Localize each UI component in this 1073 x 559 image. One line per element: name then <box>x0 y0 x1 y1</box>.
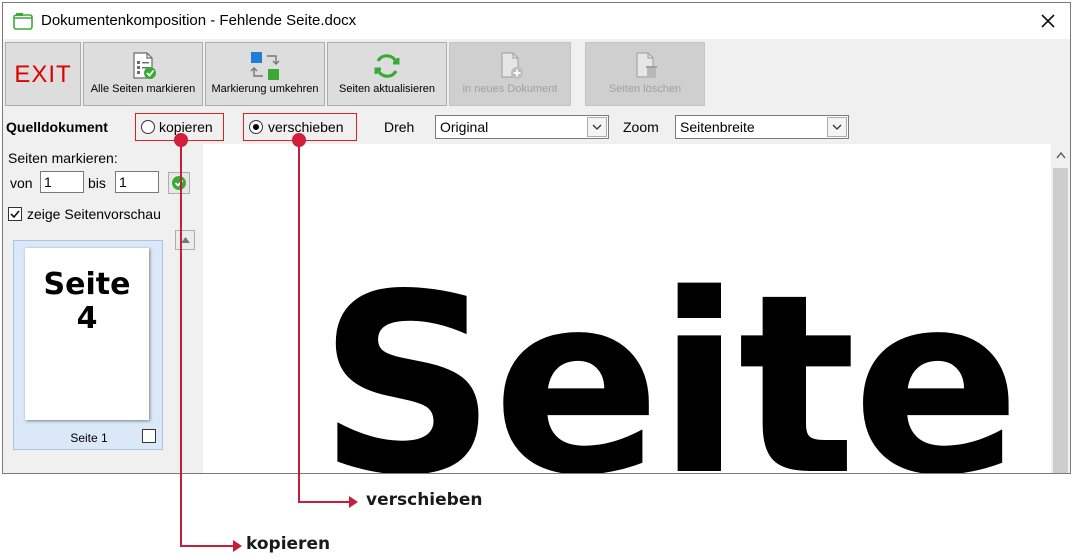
move-callout-line <box>298 140 300 503</box>
show-preview-label: zeige Seitenvorschau <box>27 206 161 222</box>
to-label: bis <box>88 175 106 191</box>
chevron-down-icon[interactable] <box>587 117 607 137</box>
check-circle-icon <box>172 176 186 190</box>
copy-callout-line <box>180 140 182 546</box>
copy-callout-dot <box>174 133 188 147</box>
page-thumbnail[interactable]: Seite 4 Seite 1 <box>13 240 163 450</box>
thumbnail-title-line1: Seite <box>43 267 131 302</box>
page-panel: Seiten markieren: von bis zeige Seitenvo… <box>3 144 200 473</box>
scroll-up-button[interactable] <box>175 230 195 250</box>
thumbnail-page-title: Seite 4 <box>25 268 149 336</box>
chevron-up-icon <box>1055 151 1066 158</box>
window-title: Dokumentenkomposition - Fehlende Seite.d… <box>41 12 357 29</box>
copy-label: kopieren <box>159 119 213 135</box>
thumbnail-title-line2: 4 <box>76 301 98 336</box>
move-label: verschieben <box>268 119 344 135</box>
copy-callout-line <box>180 545 235 547</box>
page-preview: Seite <box>203 144 1070 474</box>
thumbnail-checkbox[interactable] <box>142 429 156 443</box>
move-callout-dot <box>292 133 306 147</box>
exit-label: EXIT <box>14 61 72 88</box>
copy-radio[interactable] <box>141 120 155 134</box>
from-page-input[interactable] <box>40 171 84 193</box>
thumbnail-list: Seite 4 Seite 1 <box>3 230 200 473</box>
invert-selection-label: Markierung umkehren <box>211 83 319 95</box>
chevron-down-icon[interactable] <box>827 117 847 137</box>
move-radio[interactable] <box>249 120 263 134</box>
copy-callout-arrow <box>233 540 242 552</box>
mark-all-pages-label: Alle Seiten markieren <box>90 83 196 95</box>
checklist-icon <box>133 52 156 79</box>
document-composition-icon <box>13 12 33 35</box>
zoom-select[interactable]: Seitenbreite <box>675 115 849 139</box>
delete-pages-button[interactable]: Seiten löschen <box>585 42 705 106</box>
move-callout-label: verschieben <box>366 490 483 510</box>
zoom-select-value: Seitenbreite <box>680 119 755 135</box>
new-document-icon <box>501 52 523 79</box>
preview-scrollbar[interactable] <box>1051 144 1070 473</box>
zoom-label: Zoom <box>623 119 659 135</box>
thumbnail-page: Seite 4 <box>25 248 149 420</box>
new-document-label: in neues Dokument <box>462 83 558 95</box>
title-bar: Dokumentenkomposition - Fehlende Seite.d… <box>3 3 1070 39</box>
from-label: von <box>10 175 33 191</box>
scroll-up-button[interactable] <box>1051 144 1070 166</box>
rotate-label: Dreh <box>384 119 415 135</box>
show-preview-checkbox[interactable] <box>8 207 22 221</box>
app-window: Dokumentenkomposition - Fehlende Seite.d… <box>2 2 1071 474</box>
toolbar: EXIT Alle Seiten markieren Markierung um… <box>3 39 1070 109</box>
close-icon <box>1041 14 1055 28</box>
scrollbar-thumb[interactable] <box>1053 168 1068 473</box>
delete-page-icon <box>636 52 657 78</box>
source-document-label: Quelldokument <box>6 119 108 135</box>
to-page-input[interactable] <box>115 171 159 193</box>
preview-page-text: Seite <box>318 242 1021 474</box>
move-callout-arrow <box>349 496 358 508</box>
new-document-button[interactable]: in neues Dokument <box>449 42 571 106</box>
copy-callout-label: kopieren <box>246 534 331 554</box>
move-callout-line <box>298 501 350 503</box>
close-button[interactable] <box>1033 7 1063 35</box>
refresh-icon <box>374 54 400 78</box>
apply-range-button[interactable] <box>168 172 190 194</box>
options-bar: Quelldokument kopieren verschieben Dreh … <box>3 111 1070 143</box>
mark-all-pages-button[interactable]: Alle Seiten markieren <box>83 42 203 106</box>
mark-pages-label: Seiten markieren: <box>8 150 118 166</box>
rotate-select-value: Original <box>440 119 489 135</box>
invert-selection-button[interactable]: Markierung umkehren <box>205 42 325 106</box>
rotate-select[interactable]: Original <box>435 115 609 139</box>
thumbnail-scrollbar[interactable] <box>175 230 196 473</box>
exit-button[interactable]: EXIT <box>5 42 81 106</box>
swap-squares-icon <box>250 52 280 80</box>
refresh-pages-button[interactable]: Seiten aktualisieren <box>327 42 447 106</box>
delete-pages-label: Seiten löschen <box>608 83 682 95</box>
refresh-pages-label: Seiten aktualisieren <box>338 83 435 95</box>
checkmark-icon <box>10 210 20 219</box>
